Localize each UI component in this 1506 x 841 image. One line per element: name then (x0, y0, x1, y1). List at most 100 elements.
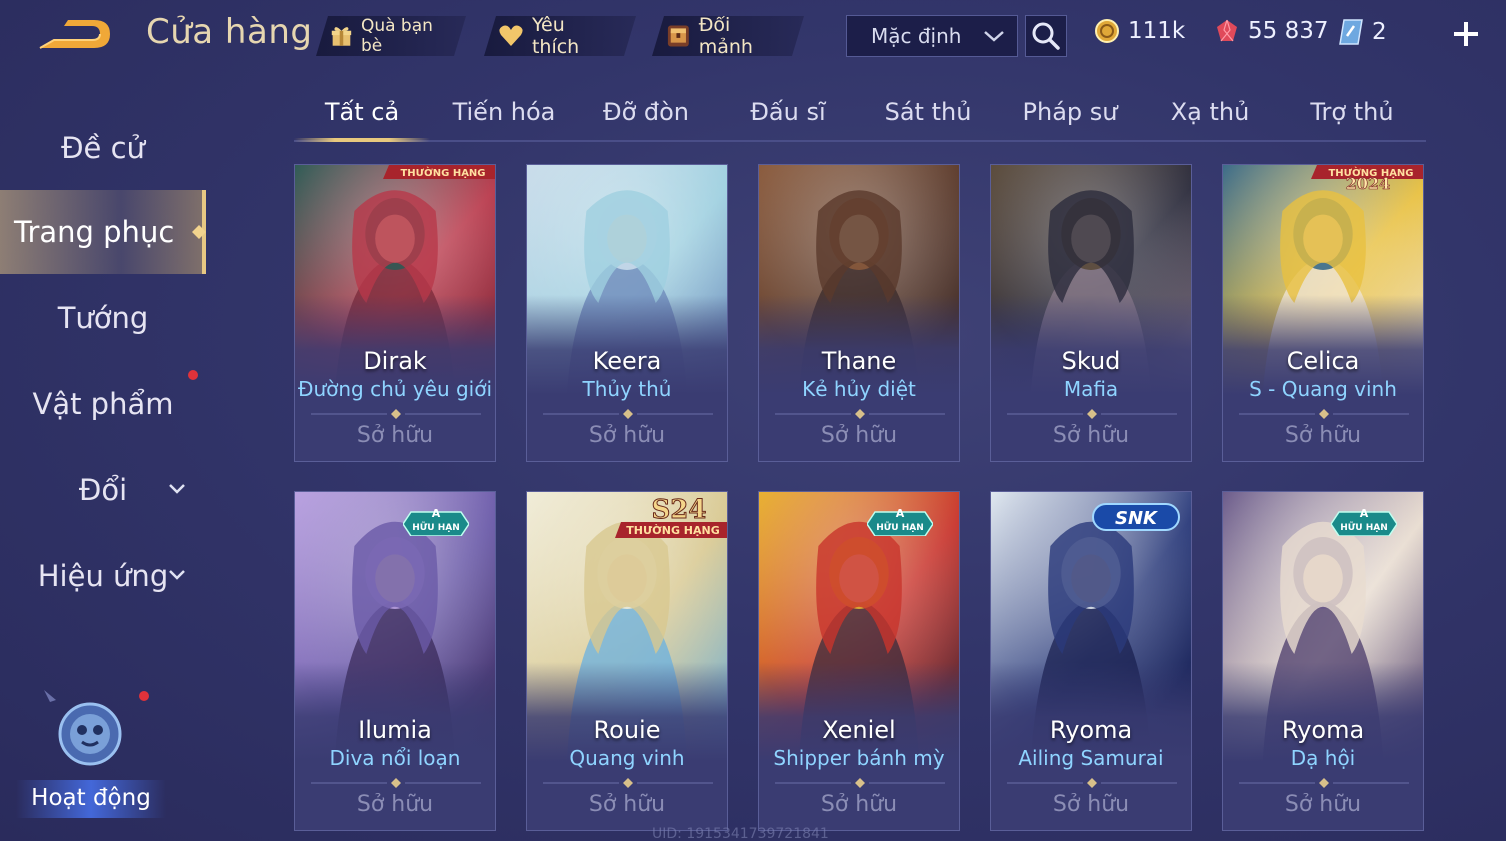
topup-button[interactable] (1450, 18, 1482, 50)
owned-status: Sở hữu (356, 423, 434, 448)
ticket-balance: 2 (1338, 18, 1387, 46)
chevron-down-icon (984, 31, 1004, 42)
card-divider (543, 409, 713, 419)
limited-badge-text: HỮU HẠN (876, 521, 924, 533)
activity-label: Hoạt động (16, 780, 166, 818)
skin-card[interactable]: THƯỜNG HẠNG 2024 Celica S - Quang vinh Sở… (1222, 164, 1424, 462)
activity-button[interactable]: Hoạt động (14, 690, 166, 818)
ruby-balance: 55 837 (1214, 18, 1328, 44)
sidebar-item-skins[interactable]: Trang phục (0, 190, 206, 274)
year-badge: 2024 (1345, 174, 1391, 193)
favorite-button[interactable]: Yêu thích (484, 16, 636, 56)
shard-exchange-label: Đổi mảnh (698, 14, 753, 58)
back-button[interactable] (34, 14, 114, 56)
chevron-down-icon (169, 484, 185, 494)
skin-name: Quang vinh (569, 746, 685, 770)
skin-card[interactable]: THƯỜNG HẠNG Dirak Đường chủ yêu giới Sở h… (294, 164, 496, 462)
season-badge-text: S24 (652, 495, 707, 525)
rank-badge-text: THƯỜNG HẠNG (626, 524, 720, 537)
hero-name: Xeniel (822, 716, 896, 744)
hero-name: Keera (592, 347, 662, 375)
chevron-down-icon (169, 570, 185, 580)
gold-amount: 111k (1128, 18, 1186, 44)
skin-card[interactable]: S24 THƯỜNG HẠNG Rouie Quang vinh Sở hữu (526, 491, 728, 831)
card-divider (543, 778, 713, 788)
tab-all[interactable]: Tất cả (294, 98, 430, 126)
rank-badge: THƯỜNG HẠNG (383, 165, 495, 179)
heart-icon (498, 23, 524, 49)
ticket-amount: 2 (1372, 19, 1387, 45)
owned-status: Sở hữu (1284, 792, 1362, 817)
skin-name: Diva nổi loạn (329, 746, 461, 770)
sidebar-item-exchange[interactable]: Đổi (0, 448, 206, 532)
skin-card[interactable]: A HỮU HẠN Xeniel Shipper bánh mỳ Sở hữu (758, 491, 960, 831)
search-button[interactable] (1025, 15, 1067, 57)
tab-label: Xạ thủ (1170, 98, 1250, 126)
card-divider (311, 778, 481, 788)
skin-card[interactable]: A HỮU HẠN Ilumia Diva nổi loạn Sở hữu (294, 491, 496, 831)
limited-badge: A HỮU HẠN (867, 507, 933, 536)
sidebar-item-items[interactable]: Vật phẩm (0, 362, 206, 446)
hero-name: Celica (1286, 347, 1360, 375)
category-tabs: Tất cả Tiến hóa Đỡ đòn Đấu sĩ Sát thủ Ph… (294, 92, 1426, 142)
tab-evolution[interactable]: Tiến hóa (436, 98, 572, 126)
owned-status: Sở hữu (820, 792, 898, 817)
sidebar-item-label: Tướng (57, 301, 149, 335)
skin-name: Kẻ hủy diệt (802, 377, 916, 401)
favorite-label: Yêu thích (531, 14, 580, 58)
hero-name: Dirak (363, 347, 427, 375)
skin-name: Dạ hội (1290, 746, 1356, 770)
notification-dot (188, 370, 198, 380)
hero-name: Thane (821, 347, 897, 375)
tab-label: Pháp sư (1022, 98, 1118, 126)
sidebar-item-label: Trang phục (14, 215, 175, 249)
friend-gift-button[interactable]: Quà bạn bè (316, 16, 466, 56)
ticket-icon (1339, 19, 1363, 45)
card-divider (311, 409, 481, 419)
skin-card[interactable]: Thane Kẻ hủy diệt Sở hữu (758, 164, 960, 462)
card-divider (1239, 409, 1409, 419)
skin-name: Mafia (1063, 377, 1119, 401)
skin-name: Ailing Samurai (1018, 746, 1164, 770)
tab-marksman[interactable]: Xạ thủ (1142, 98, 1278, 126)
owned-status: Sở hữu (588, 423, 666, 448)
skin-card[interactable]: A HỮU HẠN Ryoma Dạ hội Sở hữu (1222, 491, 1424, 831)
skin-card[interactable]: Keera Thủy thủ Sở hữu (526, 164, 728, 462)
skin-card[interactable]: SNK Ryoma Ailing Samurai Sở hữu (990, 491, 1192, 831)
limited-badge: A HỮU HẠN (1331, 507, 1397, 536)
tab-tank[interactable]: Đỡ đòn (578, 98, 714, 126)
friend-gift-label: Quà bạn bè (360, 16, 433, 56)
hero-name: Ryoma (1281, 716, 1365, 744)
chest-icon (666, 23, 691, 49)
snk-badge-text: SNK (1115, 508, 1159, 529)
year-badge-text: 2024 (1346, 174, 1391, 193)
card-divider (1239, 778, 1409, 788)
top-bar: Cửa hàng Quà bạn bè Yêu thích Đổi mảnh M… (0, 0, 1506, 72)
owned-status: Sở hữu (820, 423, 898, 448)
tab-assassin[interactable]: Sát thủ (860, 98, 996, 126)
owned-status: Sở hữu (588, 792, 666, 817)
limited-badge-grade: A (896, 507, 905, 520)
tab-fighter[interactable]: Đấu sĩ (720, 98, 856, 126)
limited-badge-grade: A (1360, 507, 1369, 520)
skin-name: Đường chủ yêu giới (297, 377, 493, 401)
card-divider (775, 409, 945, 419)
sidebar-item-recommended[interactable]: Đề cử (0, 106, 206, 190)
sidebar-item-effects[interactable]: Hiệu ứng (0, 534, 206, 618)
user-id: UID: 1915341739721841 (652, 826, 829, 841)
season-badge: S24 THƯỜNG HẠNG (615, 495, 727, 538)
tab-support[interactable]: Trợ thủ (1284, 98, 1420, 126)
limited-badge-text: HỮU HẠN (1340, 521, 1388, 533)
skin-card[interactable]: Skud Mafia Sở hữu (990, 164, 1192, 462)
tab-mage[interactable]: Pháp sư (1002, 98, 1138, 126)
sidebar-item-heroes[interactable]: Tướng (0, 276, 206, 360)
hero-name: Rouie (593, 716, 661, 744)
active-tab-indicator (294, 138, 430, 142)
shard-exchange-button[interactable]: Đổi mảnh (652, 16, 804, 56)
sidebar-item-label: Đề cử (61, 131, 145, 165)
sidebar-item-label: Vật phẩm (32, 387, 174, 421)
gift-icon (330, 23, 353, 49)
card-divider (775, 778, 945, 788)
gold-balance: 111k (1094, 18, 1185, 44)
sort-dropdown[interactable]: Mặc định (846, 15, 1018, 57)
